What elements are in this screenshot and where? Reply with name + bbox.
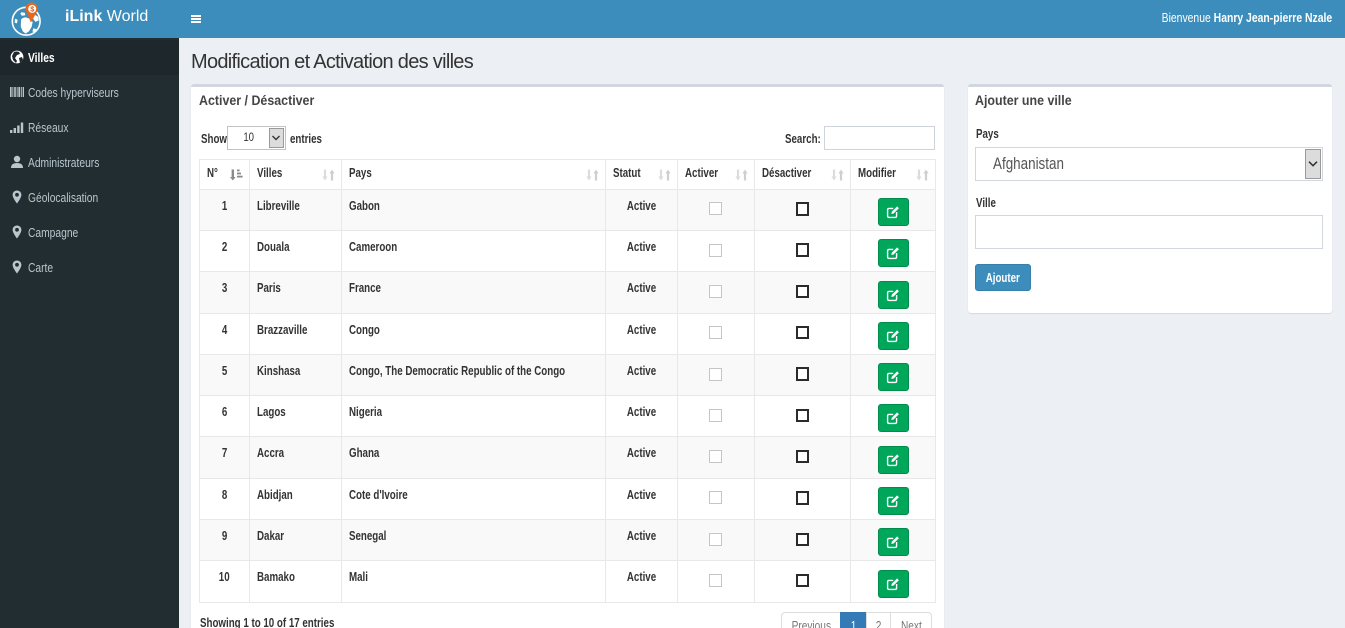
svg-text:$: $ xyxy=(30,4,34,13)
